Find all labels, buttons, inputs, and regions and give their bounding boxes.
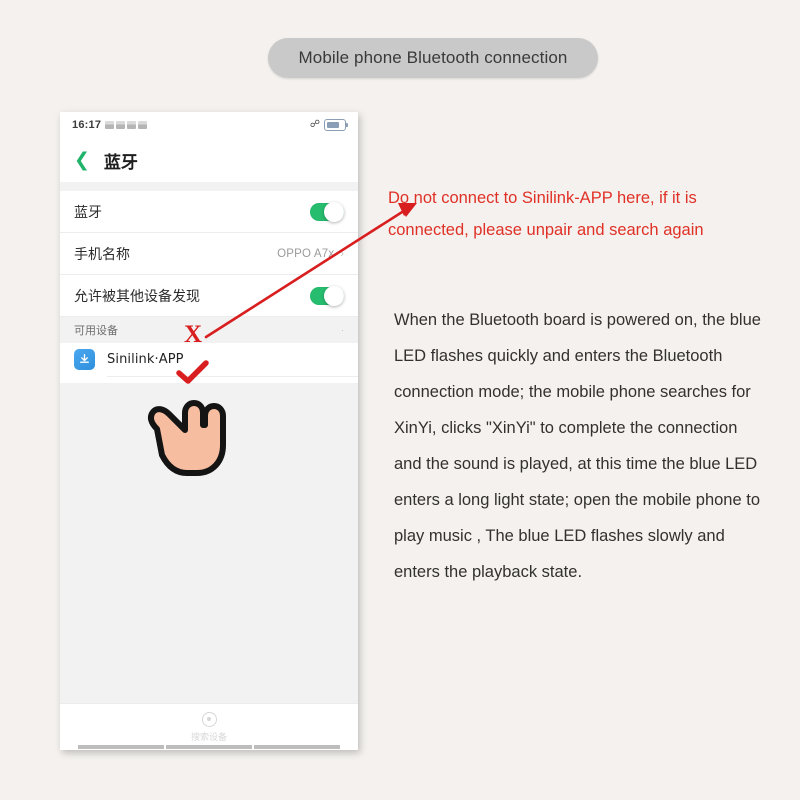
check-icon	[176, 360, 209, 384]
status-bar: 16:17 ☍	[60, 112, 358, 138]
setting-label: 蓝牙	[74, 204, 102, 221]
download-app-icon	[74, 349, 95, 370]
nav-title: 蓝牙	[103, 152, 138, 173]
search-devices-label: 搜索设备	[190, 732, 227, 743]
page-title: Mobile phone Bluetooth connection	[298, 48, 568, 67]
chevron-right-icon: ›	[340, 247, 344, 260]
section-gap	[60, 182, 358, 191]
bluetooth-toggle[interactable]	[310, 201, 344, 222]
setting-row-device-name[interactable]: 手机名称 OPPO A7x ›	[60, 233, 358, 275]
available-devices-header: 可用设备 ·	[60, 317, 358, 343]
loading-indicator-icon: ·	[341, 325, 344, 335]
device-name-value: OPPO A7x	[277, 247, 335, 260]
x-mark-icon: X	[184, 321, 203, 348]
signal-bars-icon	[105, 121, 115, 129]
nav-bar: ❮ 蓝牙	[60, 138, 358, 182]
instruction-body-text: When the Bluetooth board is powered on, …	[394, 311, 761, 581]
setting-label: 允许被其他设备发现	[74, 288, 200, 305]
available-devices-label: 可用设备	[74, 324, 118, 337]
signal-bars-icon	[116, 121, 126, 129]
system-nav-hint	[60, 744, 358, 750]
setting-row-discoverable[interactable]: 允许被其他设备发现	[60, 275, 358, 317]
battery-icon	[324, 119, 348, 131]
status-time: 16:17	[72, 119, 102, 131]
status-right-icons: ☍	[309, 119, 348, 131]
signal-icons	[105, 121, 148, 129]
search-devices-button[interactable]: 搜索设备	[60, 703, 358, 750]
data-icon	[138, 121, 148, 129]
pointing-hand-icon	[147, 400, 226, 476]
device-name: Sinilink·APP	[107, 352, 184, 367]
bluetooth-icon: ☍	[309, 119, 320, 130]
search-target-icon	[201, 711, 217, 727]
discoverable-toggle[interactable]	[310, 285, 344, 306]
warning-text: Do not connect to Sinilink-APP here, if …	[388, 189, 704, 239]
chevron-left-icon[interactable]: ❮	[74, 150, 90, 170]
setting-row-bluetooth[interactable]: 蓝牙	[60, 191, 358, 233]
header-banner: Mobile phone Bluetooth connection	[268, 38, 598, 78]
setting-label: 手机名称	[74, 246, 130, 263]
wifi-icon	[127, 121, 137, 129]
